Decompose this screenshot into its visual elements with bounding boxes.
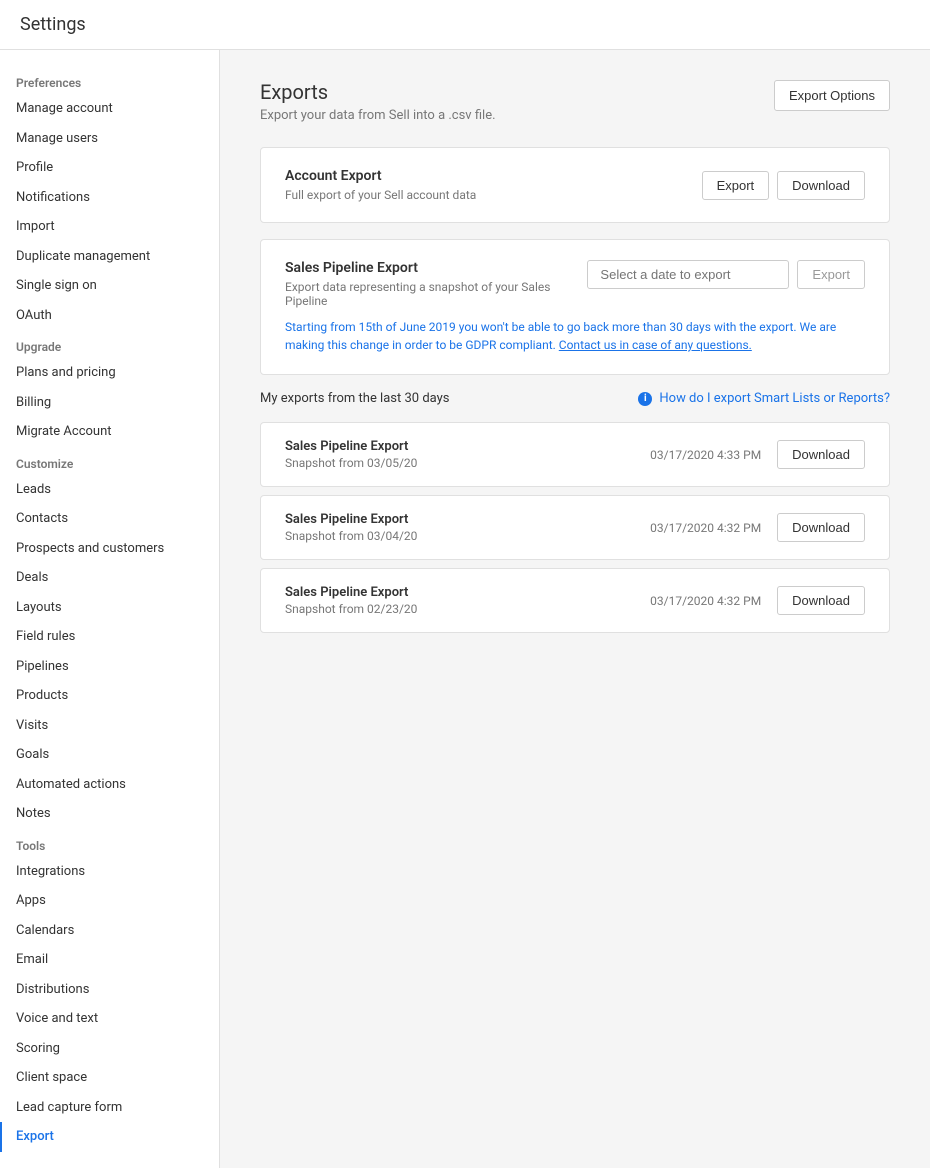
export-row-2-download-button[interactable]: Download [777,513,865,542]
account-export-actions: Export Download [702,171,865,200]
sidebar-item-prospects-customers[interactable]: Prospects and customers [0,534,219,564]
sidebar-item-products[interactable]: Products [0,681,219,711]
account-export-header: Account Export Full export of your Sell … [285,168,865,202]
account-export-button[interactable]: Export [702,171,770,200]
export-row-2: Sales Pipeline Export Snapshot from 03/0… [260,495,890,560]
sidebar-item-deals[interactable]: Deals [0,563,219,593]
sidebar-item-notes[interactable]: Notes [0,799,219,829]
exports-title: Exports [260,80,496,104]
export-row-3-timestamp: 03/17/2020 4:32 PM [650,594,761,608]
my-exports-header: My exports from the last 30 days i How d… [260,391,890,406]
account-export-desc: Full export of your Sell account data [285,188,476,202]
account-download-button[interactable]: Download [777,171,865,200]
sidebar-item-manage-users[interactable]: Manage users [0,124,219,154]
sidebar-item-contacts[interactable]: Contacts [0,504,219,534]
page-title: Settings [20,14,86,35]
export-row-3-desc: Snapshot from 02/23/20 [285,602,417,616]
sidebar-item-layouts[interactable]: Layouts [0,593,219,623]
pipeline-export-button[interactable]: Export [797,260,865,289]
account-export-info: Account Export Full export of your Sell … [285,168,476,202]
page-header: Settings [0,0,930,50]
sidebar-item-visits[interactable]: Visits [0,711,219,741]
account-export-card: Account Export Full export of your Sell … [260,147,890,223]
export-row-1-download-button[interactable]: Download [777,440,865,469]
sidebar-item-integrations[interactable]: Integrations [0,857,219,887]
sidebar-item-single-sign-on[interactable]: Single sign on [0,271,219,301]
pipeline-notice: Starting from 15th of June 2019 you won'… [285,318,865,354]
sidebar-item-pipelines[interactable]: Pipelines [0,652,219,682]
pipeline-top-section: Sales Pipeline Export Export data repres… [285,260,865,308]
my-exports-section: My exports from the last 30 days i How d… [260,391,890,633]
sidebar: Preferences Manage account Manage users … [0,50,220,1168]
export-row-2-title: Sales Pipeline Export [285,512,417,527]
pipeline-export-desc: Export data representing a snapshot of y… [285,280,587,308]
date-select-input[interactable] [587,260,789,289]
sidebar-section-preferences: Preferences [0,66,219,94]
sidebar-section-upgrade: Upgrade [0,330,219,358]
export-row-1-right: 03/17/2020 4:33 PM Download [650,440,865,469]
sidebar-item-lead-capture-form[interactable]: Lead capture form [0,1093,219,1123]
how-to-export-link[interactable]: i How do I export Smart Lists or Reports… [638,391,890,406]
pipeline-export-actions: Export [587,260,865,289]
sidebar-item-distributions[interactable]: Distributions [0,975,219,1005]
sidebar-item-billing[interactable]: Billing [0,388,219,418]
sidebar-item-goals[interactable]: Goals [0,740,219,770]
export-row-1-desc: Snapshot from 03/05/20 [285,456,417,470]
sidebar-item-field-rules[interactable]: Field rules [0,622,219,652]
sidebar-item-oauth[interactable]: OAuth [0,301,219,331]
sidebar-item-profile[interactable]: Profile [0,153,219,183]
export-row-2-right: 03/17/2020 4:32 PM Download [650,513,865,542]
export-row-1: Sales Pipeline Export Snapshot from 03/0… [260,422,890,487]
sidebar-item-calendars[interactable]: Calendars [0,916,219,946]
exports-header: Exports Export your data from Sell into … [260,80,890,123]
sidebar-item-import[interactable]: Import [0,212,219,242]
pipeline-export-title: Sales Pipeline Export [285,260,587,276]
exports-subtitle: Export your data from Sell into a .csv f… [260,108,496,123]
pipeline-contact-link[interactable]: Contact us in case of any questions. [559,338,752,352]
pipeline-export-card: Sales Pipeline Export Export data repres… [260,239,890,375]
info-icon: i [638,392,652,406]
export-row-3-download-button[interactable]: Download [777,586,865,615]
how-to-label: How do I export Smart Lists or Reports? [659,391,890,406]
export-row-3-title: Sales Pipeline Export [285,585,417,600]
export-row-1-timestamp: 03/17/2020 4:33 PM [650,448,761,462]
sidebar-item-voice-text[interactable]: Voice and text [0,1004,219,1034]
sidebar-item-plans-pricing[interactable]: Plans and pricing [0,358,219,388]
export-options-button[interactable]: Export Options [774,80,890,111]
sidebar-item-client-space[interactable]: Client space [0,1063,219,1093]
export-row-3-right: 03/17/2020 4:32 PM Download [650,586,865,615]
sidebar-item-migrate-account[interactable]: Migrate Account [0,417,219,447]
sidebar-item-export[interactable]: Export [0,1122,219,1152]
sidebar-section-customize: Customize [0,447,219,475]
sidebar-item-automated-actions[interactable]: Automated actions [0,770,219,800]
exports-title-block: Exports Export your data from Sell into … [260,80,496,123]
sidebar-item-manage-account[interactable]: Manage account [0,94,219,124]
export-row-3-info: Sales Pipeline Export Snapshot from 02/2… [285,585,417,616]
export-row-3: Sales Pipeline Export Snapshot from 02/2… [260,568,890,633]
sidebar-item-scoring[interactable]: Scoring [0,1034,219,1064]
sidebar-item-notifications[interactable]: Notifications [0,183,219,213]
sidebar-item-leads[interactable]: Leads [0,475,219,505]
export-row-1-title: Sales Pipeline Export [285,439,417,454]
main-content: Exports Export your data from Sell into … [220,50,930,1168]
pipeline-export-info: Sales Pipeline Export Export data repres… [285,260,587,308]
sidebar-item-apps[interactable]: Apps [0,886,219,916]
my-exports-title: My exports from the last 30 days [260,391,449,406]
export-row-2-info: Sales Pipeline Export Snapshot from 03/0… [285,512,417,543]
export-row-2-timestamp: 03/17/2020 4:32 PM [650,521,761,535]
export-row-2-desc: Snapshot from 03/04/20 [285,529,417,543]
sidebar-item-duplicate-management[interactable]: Duplicate management [0,242,219,272]
sidebar-item-email[interactable]: Email [0,945,219,975]
sidebar-section-tools: Tools [0,829,219,857]
account-export-title: Account Export [285,168,476,184]
export-row-1-info: Sales Pipeline Export Snapshot from 03/0… [285,439,417,470]
